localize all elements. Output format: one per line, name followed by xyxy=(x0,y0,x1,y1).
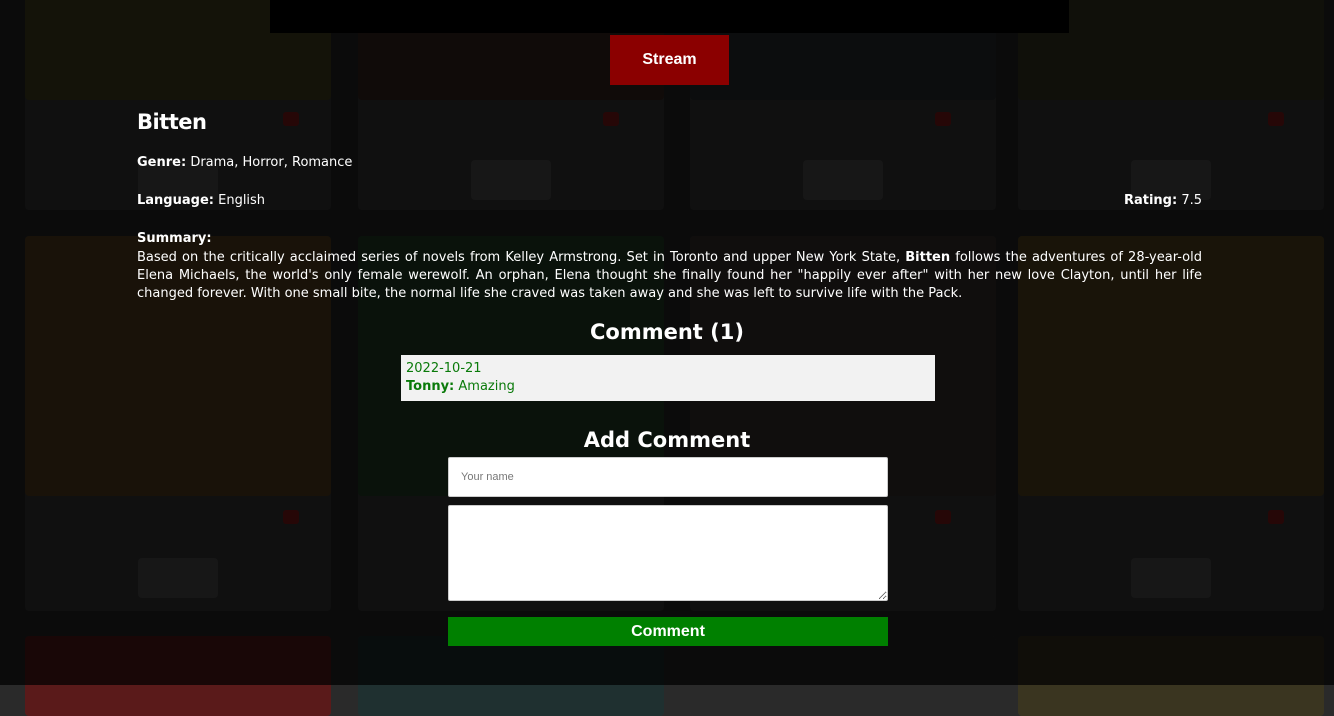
rating-label: Rating: xyxy=(1123,193,1178,208)
comments-heading: Comment (1) xyxy=(590,320,744,344)
name-input[interactable] xyxy=(448,457,888,497)
language-row: Language: English xyxy=(137,193,265,208)
video-player[interactable] xyxy=(270,0,1069,33)
rating-value: 7.5 xyxy=(1181,193,1202,208)
comment-textarea[interactable] xyxy=(448,505,888,601)
comment-item: 2022-10-21 Tonny: Amazing xyxy=(401,355,935,401)
summary-text: Based on the critically acclaimed series… xyxy=(137,249,1202,303)
add-comment-heading: Add Comment xyxy=(583,428,751,452)
show-title: Bitten xyxy=(137,110,207,134)
rating-row: Rating: 7.5 xyxy=(1124,193,1202,208)
comment-line: Tonny: Amazing xyxy=(406,378,930,396)
genre-label: Genre: xyxy=(137,155,187,170)
genre-value: Drama, Horror, Romance xyxy=(190,155,353,170)
stream-button[interactable]: Stream xyxy=(610,35,729,85)
comment-author: Tonny: xyxy=(406,379,455,394)
comment-date: 2022-10-21 xyxy=(406,361,482,376)
comment-text: Amazing xyxy=(458,379,515,394)
comment-submit-button[interactable]: Comment xyxy=(448,617,888,646)
summary-show-name: Bitten xyxy=(905,250,951,265)
language-label: Language: xyxy=(137,193,214,208)
summary-label: Summary: xyxy=(137,231,212,246)
genre-row: Genre: Drama, Horror, Romance xyxy=(137,155,352,170)
language-value: English xyxy=(218,193,266,208)
summary-text-start: Based on the critically acclaimed series… xyxy=(137,250,906,265)
